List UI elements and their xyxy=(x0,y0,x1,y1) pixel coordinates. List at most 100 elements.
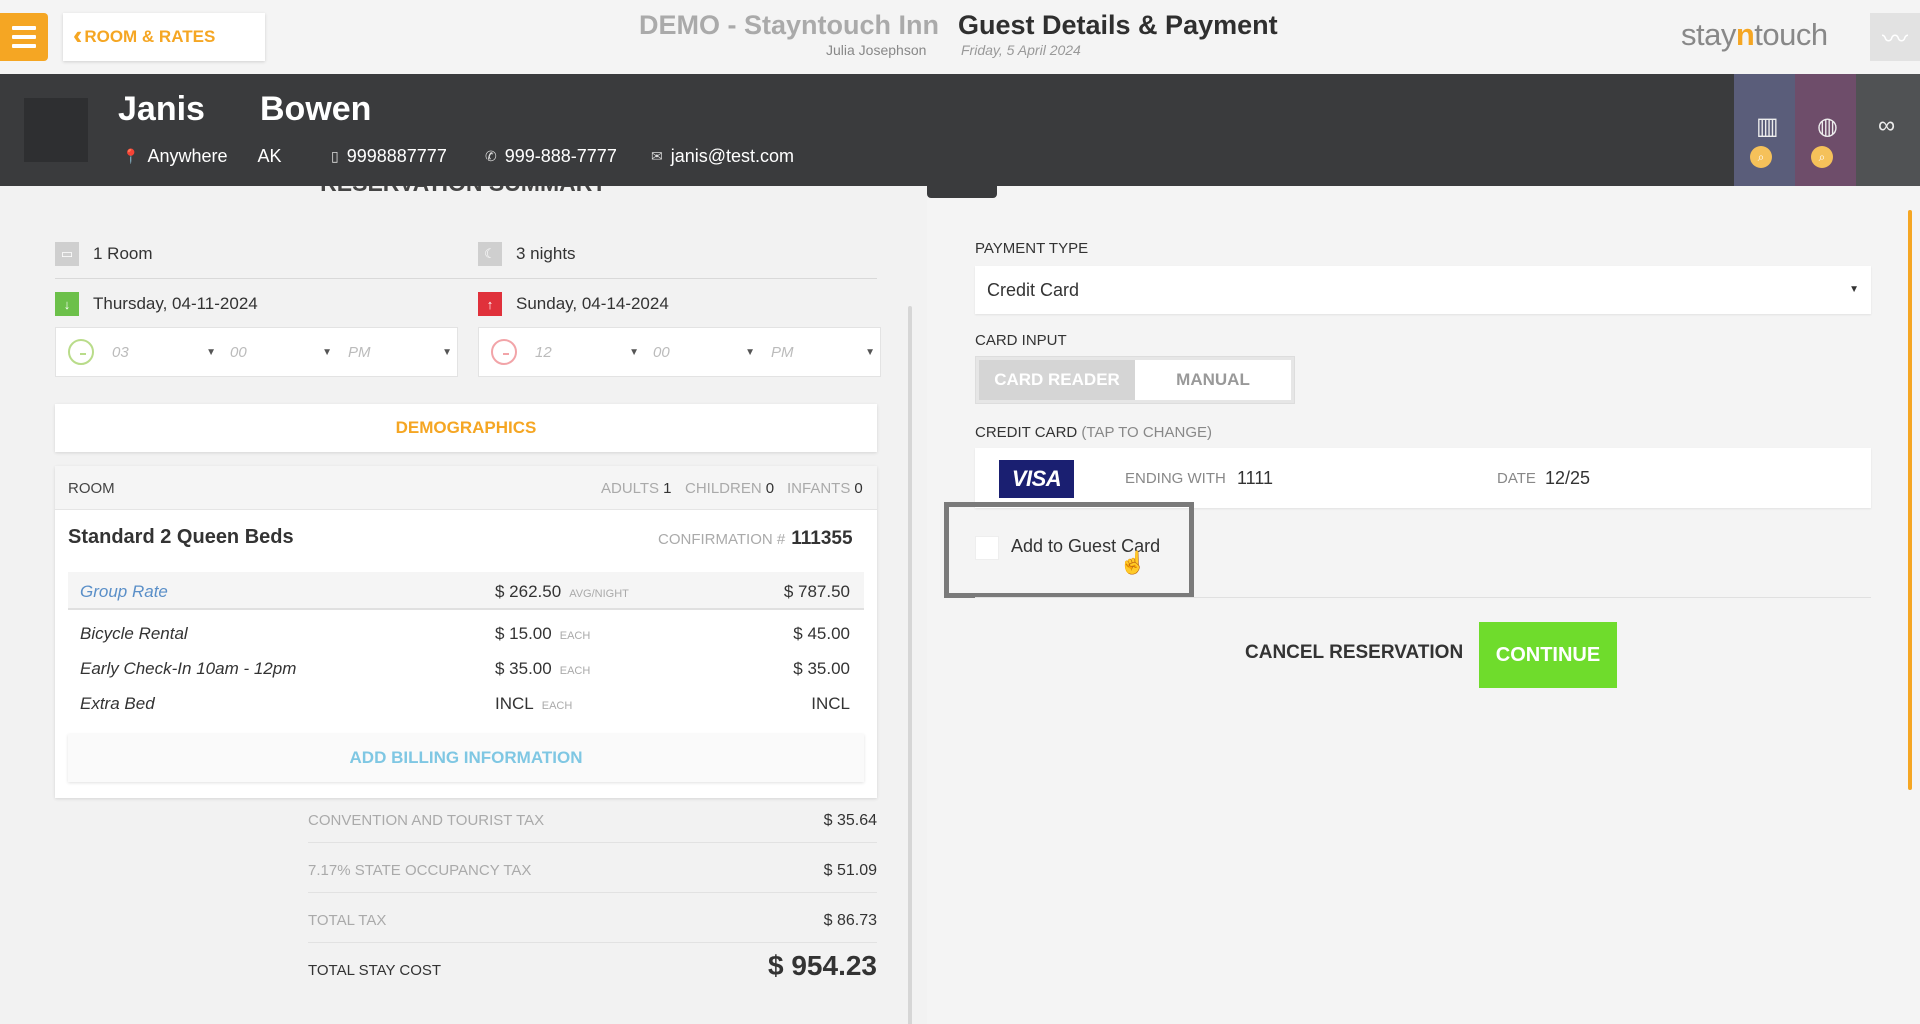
menu-icon xyxy=(12,26,36,30)
guest-email: ✉ janis@test.com xyxy=(651,146,795,166)
departure-date: ↑ Sunday, 04-14-2024 xyxy=(478,292,669,316)
arrival-hour-select[interactable]: 03 ▼ xyxy=(112,344,216,361)
children-count: CHILDREN 0 xyxy=(685,480,775,497)
infants-count: INFANTS 0 xyxy=(787,480,863,497)
guest-location: 📍 Anywhere AK xyxy=(122,146,282,166)
hand-pointer-icon: ☝ xyxy=(1119,550,1147,575)
add-billing-information-button[interactable]: ADD BILLING INFORMATION xyxy=(68,734,864,782)
tax-row: 7.17% STATE OCCUPANCY TAX $ 51.09 xyxy=(308,862,877,879)
arrow-down-icon: ↓ xyxy=(55,292,79,316)
payment-panel: PAYMENT TYPE Credit Card ▼ CARD INPUT CA… xyxy=(927,186,1920,1024)
ending-with-label: ENDING WITH xyxy=(1125,470,1226,487)
globe-icon: ◍ xyxy=(1817,113,1838,140)
add-to-guest-card-checkbox[interactable] xyxy=(975,536,999,560)
user-name: Julia Josephson xyxy=(826,42,927,58)
guest-header: Janis Bowen 📍 Anywhere AK ▯ 9998887777 ✆… xyxy=(0,74,1920,186)
tax-row: CONVENTION AND TOURIST TAX $ 35.64 xyxy=(308,812,877,829)
card-reader-option[interactable]: CARD READER xyxy=(979,360,1135,400)
rate-row[interactable]: Group Rate $ 262.50 AVG/NIGHT $ 787.50 xyxy=(68,572,864,610)
stayntouch-logo: stayntouch xyxy=(1681,17,1828,52)
demographics-button[interactable]: DEMOGRAPHICS xyxy=(55,404,877,452)
reservation-summary-panel: RESERVATION SUMMARY ▭ 1 Room ☾ 3 nights … xyxy=(0,186,927,1024)
cancel-reservation-button[interactable]: CANCEL RESERVATION xyxy=(1245,642,1463,664)
travel-agent-tab[interactable]: ◍ ⌕ xyxy=(1795,74,1856,186)
arrival-minute-select[interactable]: 00 ▼ xyxy=(230,344,332,361)
phone-icon: ✆ xyxy=(485,148,497,164)
guest-mobile: ▯ 9998887777 xyxy=(331,146,447,166)
caret-down-icon: ▼ xyxy=(865,346,875,358)
total-tax-row: TOTAL TAX $ 86.73 xyxy=(308,912,877,929)
room-type-name: Standard 2 Queen Beds xyxy=(68,526,294,548)
addon-row: Extra Bed INCL EACH INCL xyxy=(80,694,850,713)
payment-type-label: PAYMENT TYPE xyxy=(975,240,1089,257)
arrow-up-icon: ↑ xyxy=(478,292,502,316)
caret-down-icon: ▼ xyxy=(322,346,332,358)
business-date: Friday, 5 April 2024 xyxy=(961,42,1081,58)
room-card-header: ROOM ADULTS 1 CHILDREN 0 INFANTS 0 xyxy=(55,466,877,510)
back-label: ROOM & RATES xyxy=(84,27,216,46)
hamburger-menu-button[interactable] xyxy=(0,13,48,61)
caret-down-icon: ▼ xyxy=(1849,284,1859,295)
arrival-date: ↓ Thursday, 04-11-2024 xyxy=(55,292,258,316)
panel-tab-handle xyxy=(927,186,997,198)
search-icon: ⌕ xyxy=(1811,146,1833,168)
moon-icon: ☾ xyxy=(478,242,502,266)
caret-down-icon: ▼ xyxy=(745,346,755,358)
manual-option[interactable]: MANUAL xyxy=(1135,360,1291,400)
rate-total: $ 787.50 xyxy=(783,582,850,601)
departure-time-picker: 12 ▼ 00 ▼ PM ▼ xyxy=(478,327,881,377)
departure-hour-select[interactable]: 12 ▼ xyxy=(535,344,639,361)
hotel-title: DEMO - Stayntouch Inn xyxy=(639,10,939,40)
back-to-room-rates-button[interactable]: ‹‹ ROOM & RATES xyxy=(63,13,265,61)
card-last-four: 1111 xyxy=(1237,468,1274,488)
search-icon: ⌕ xyxy=(1750,146,1772,168)
card-input-label: CARD INPUT xyxy=(975,332,1067,349)
rate-name[interactable]: Group Rate xyxy=(80,582,168,602)
room-label: ROOM xyxy=(68,480,115,497)
arrival-time-picker: 03 ▼ 00 ▼ PM ▼ xyxy=(55,327,458,377)
guest-avatar[interactable] xyxy=(24,98,88,162)
right-scrollbar[interactable] xyxy=(1908,210,1912,790)
mobile-phone-icon: ▯ xyxy=(331,148,339,164)
caret-down-icon: ▼ xyxy=(206,346,216,358)
total-stay-cost: TOTAL STAY COST $ 954.23 xyxy=(308,950,877,981)
group-tab[interactable]: ∞ xyxy=(1856,74,1920,186)
adults-count: ADULTS 1 xyxy=(601,480,672,497)
location-pin-icon: 📍 xyxy=(122,148,140,164)
payment-type-select[interactable]: Credit Card ▼ xyxy=(975,266,1871,314)
activity-chart-button[interactable]: 〰 xyxy=(1870,13,1920,61)
bed-icon: ▭ xyxy=(55,242,79,266)
company-card-tab[interactable]: ▥ ⌕ xyxy=(1734,74,1795,186)
caret-down-icon: ▼ xyxy=(629,346,639,358)
room-count: ▭ 1 Room xyxy=(55,242,153,266)
left-scrollbar[interactable] xyxy=(908,306,912,1024)
expiry-label: DATE xyxy=(1497,470,1536,487)
addon-row: Early Check-In 10am - 12pm $ 35.00 EACH $… xyxy=(80,659,850,678)
reservation-summary-heading: RESERVATION SUMMARY xyxy=(0,186,927,197)
continue-button[interactable]: CONTINUE xyxy=(1479,622,1617,688)
caret-down-icon: ▼ xyxy=(442,346,452,358)
credit-card-label: CREDIT CARD (TAP TO CHANGE) xyxy=(975,424,1212,441)
clock-icon xyxy=(68,339,94,365)
credit-card-row[interactable]: VISA ENDING WITH 1111 DATE 12/25 xyxy=(975,448,1871,508)
arrival-ampm-select[interactable]: PM ▼ xyxy=(348,344,452,361)
night-count: ☾ 3 nights xyxy=(478,242,576,266)
addon-row: Bicycle Rental $ 15.00 EACH $ 45.00 xyxy=(80,624,850,643)
guest-last-name[interactable]: Bowen xyxy=(260,90,371,129)
visa-logo: VISA xyxy=(999,460,1074,498)
rate-price: $ 262.50 AVG/NIGHT xyxy=(495,582,629,601)
confirmation-number: CONFIRMATION #111355 xyxy=(658,528,853,549)
page-title: Guest Details & Payment xyxy=(958,10,1278,40)
card-expiry: 12/25 xyxy=(1545,468,1591,488)
pulse-icon: 〰 xyxy=(1881,23,1908,54)
building-icon: ▥ xyxy=(1756,113,1779,140)
departure-minute-select[interactable]: 00 ▼ xyxy=(653,344,755,361)
guest-phone: ✆ 999-888-7777 xyxy=(485,146,617,166)
room-card: ROOM ADULTS 1 CHILDREN 0 INFANTS 0 Standard… xyxy=(55,466,877,798)
departure-ampm-select[interactable]: PM ▼ xyxy=(771,344,875,361)
email-icon: ✉ xyxy=(651,148,663,164)
guest-first-name[interactable]: Janis xyxy=(118,90,205,129)
top-bar: ‹‹ ROOM & RATES DEMO - Stayntouch Inn Ju… xyxy=(0,0,1920,74)
double-chevron-left-icon: ‹‹ xyxy=(73,20,85,50)
group-icon: ∞ xyxy=(1878,112,1896,139)
